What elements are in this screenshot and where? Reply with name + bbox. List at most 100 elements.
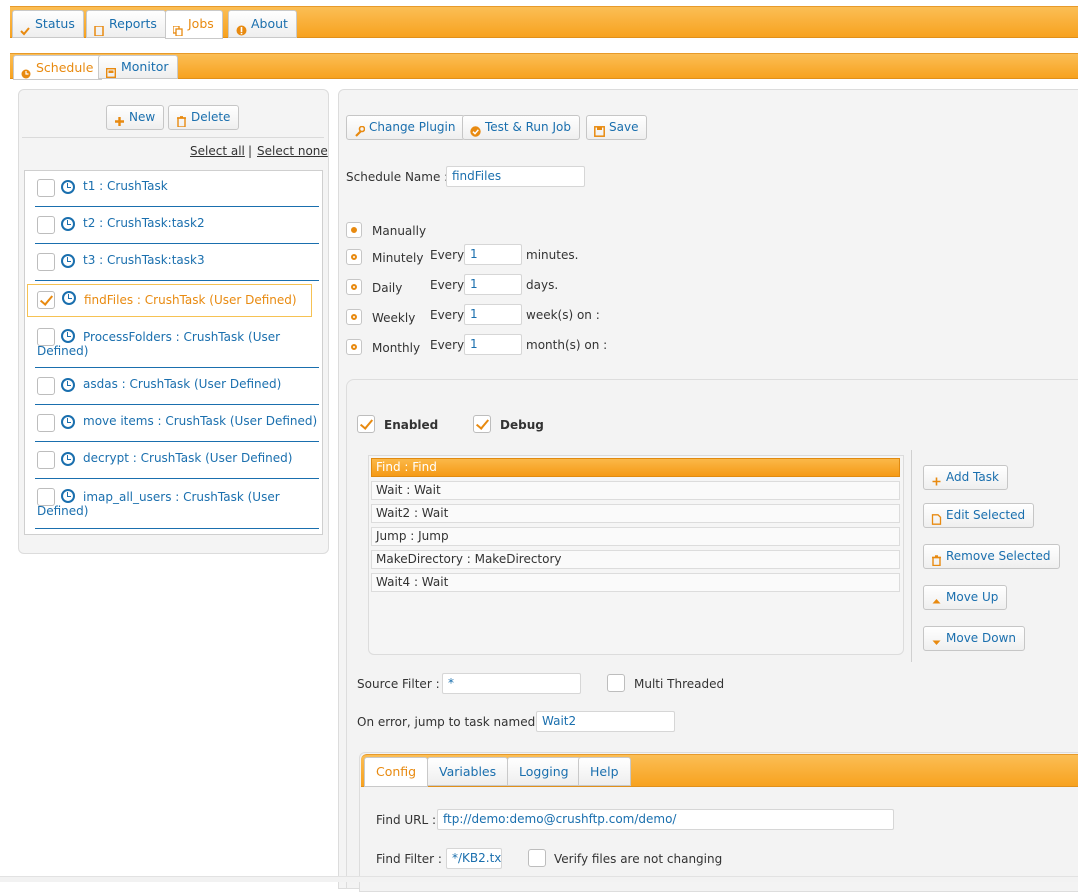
copy-icon: [172, 19, 183, 37]
tab-logging[interactable]: Logging: [507, 757, 581, 786]
weekly-radio[interactable]: [346, 309, 362, 325]
tab-schedule-label: Schedule: [36, 60, 94, 75]
alarm-clock-icon: [61, 254, 75, 268]
job-item[interactable]: imap_all_users : CrushTask (User Defined…: [35, 480, 319, 529]
task-item[interactable]: MakeDirectory : MakeDirectory: [371, 550, 900, 569]
find-filter-input[interactable]: */KB2.txt: [446, 848, 502, 869]
select-none-link[interactable]: Select none: [257, 144, 328, 158]
weekly-label: Weekly: [372, 311, 416, 325]
find-url-input[interactable]: ftp://demo:demo@crushftp.com/demo/: [437, 809, 894, 830]
source-filter-input[interactable]: *: [442, 673, 581, 694]
manually-radio[interactable]: [346, 222, 362, 238]
tab-config[interactable]: Config: [364, 757, 429, 787]
monthly-radio[interactable]: [346, 339, 362, 355]
save-button[interactable]: Save: [586, 115, 648, 140]
tab-reports[interactable]: Reports: [86, 10, 166, 38]
on-error-task-input[interactable]: Wait2: [536, 711, 675, 732]
daily-radio[interactable]: [346, 279, 362, 295]
task-item[interactable]: Wait4 : Wait: [371, 573, 900, 592]
job-item[interactable]: ProcessFolders : CrushTask (User Defined…: [35, 321, 319, 368]
job-label: asdas : CrushTask (User Defined): [83, 377, 282, 391]
tab-variables[interactable]: Variables: [427, 757, 509, 786]
job-item[interactable]: move items : CrushTask (User Defined): [35, 406, 319, 442]
alarm-clock-icon: [61, 378, 75, 392]
manually-label: Manually: [372, 224, 427, 238]
job-checkbox[interactable]: [37, 414, 55, 432]
find-url-label: Find URL :: [376, 813, 437, 827]
job-checkbox[interactable]: [37, 179, 55, 197]
test-run-job-label: Test & Run Job: [485, 120, 571, 134]
tab-schedule[interactable]: Schedule: [13, 55, 103, 80]
job-label: move items : CrushTask (User Defined): [83, 414, 318, 428]
schedule-name-input[interactable]: findFiles: [446, 166, 585, 187]
task-item[interactable]: Wait2 : Wait: [371, 504, 900, 523]
tab-logging-label: Logging: [519, 764, 569, 779]
minutely-radio[interactable]: [346, 249, 362, 265]
multi-threaded-checkbox[interactable]: [607, 674, 625, 692]
add-task-button[interactable]: Add Task: [923, 465, 1008, 490]
delete-button[interactable]: Delete: [168, 105, 240, 130]
weekly-interval-input[interactable]: 1: [464, 304, 522, 325]
job-item[interactable]: decrypt : CrushTask (User Defined): [35, 443, 319, 479]
job-checkbox[interactable]: [37, 291, 55, 309]
move-down-button[interactable]: Move Down: [923, 626, 1025, 651]
move-up-label: Move Up: [946, 590, 999, 604]
save-icon: [594, 122, 605, 137]
edit-selected-label: Edit Selected: [946, 508, 1026, 522]
vertical-divider: [911, 450, 912, 662]
minutely-suffix: minutes.: [526, 248, 579, 262]
debug-label: Debug: [500, 418, 544, 432]
debug-checkbox[interactable]: [473, 415, 491, 433]
enabled-checkbox[interactable]: [357, 415, 375, 433]
job-checkbox[interactable]: [37, 216, 55, 234]
job-item[interactable]: t1 : CrushTask: [35, 171, 319, 207]
job-label: ProcessFolders : CrushTask (User Defined…: [37, 330, 281, 358]
save-button-label: Save: [609, 120, 639, 134]
task-item[interactable]: Wait : Wait: [371, 481, 900, 500]
remove-selected-button[interactable]: Remove Selected: [923, 544, 1060, 569]
job-checkbox[interactable]: [37, 377, 55, 395]
verify-files-checkbox[interactable]: [528, 849, 546, 867]
alarm-clock-icon: [61, 180, 75, 194]
job-label: t2 : CrushTask:task2: [83, 216, 205, 230]
trash-icon: [176, 112, 187, 128]
tab-status-label: Status: [35, 16, 75, 31]
new-button[interactable]: New: [106, 105, 165, 130]
plus-icon: [931, 472, 942, 486]
job-label: imap_all_users : CrushTask (User Defined…: [37, 490, 280, 518]
monthly-interval-input[interactable]: 1: [464, 334, 522, 355]
test-run-job-button[interactable]: Test & Run Job: [462, 115, 580, 140]
change-plugin-button[interactable]: Change Plugin: [346, 115, 465, 140]
check-icon: [20, 19, 30, 36]
minutely-interval-input[interactable]: 1: [464, 244, 522, 265]
document-icon: [94, 19, 104, 37]
multi-threaded-label: Multi Threaded: [634, 677, 725, 691]
alarm-clock-icon: [62, 291, 76, 305]
bottom-edge: [0, 876, 1078, 882]
job-item[interactable]: t2 : CrushTask:task2: [35, 208, 319, 244]
edit-document-icon: [931, 510, 942, 525]
move-down-label: Move Down: [946, 631, 1016, 645]
move-up-button[interactable]: Move Up: [923, 585, 1008, 610]
tab-help[interactable]: Help: [578, 757, 631, 786]
tab-jobs[interactable]: Jobs: [165, 10, 223, 39]
link-separator: |: [248, 144, 253, 158]
task-item[interactable]: Jump : Jump: [371, 527, 900, 546]
task-item-selected[interactable]: Find : Find: [371, 458, 900, 477]
job-item[interactable]: t3 : CrushTask:task3: [35, 245, 319, 281]
select-all-link[interactable]: Select all: [190, 144, 245, 158]
job-checkbox[interactable]: [37, 451, 55, 469]
daily-interval-input[interactable]: 1: [464, 274, 522, 295]
daily-label: Daily: [372, 281, 403, 295]
job-item-selected[interactable]: findFiles : CrushTask (User Defined): [27, 284, 312, 317]
tab-variables-label: Variables: [439, 764, 497, 779]
job-checkbox[interactable]: [37, 253, 55, 271]
tab-status[interactable]: Status: [12, 10, 84, 38]
on-error-label: On error, jump to task named :: [357, 715, 544, 729]
job-item[interactable]: asdas : CrushTask (User Defined): [35, 369, 319, 405]
weekly-suffix: week(s) on :: [526, 308, 600, 322]
tab-about[interactable]: About: [228, 10, 297, 38]
tab-monitor[interactable]: Monitor: [98, 55, 178, 79]
edit-selected-button[interactable]: Edit Selected: [923, 503, 1035, 528]
check-circle-icon: [470, 122, 481, 137]
